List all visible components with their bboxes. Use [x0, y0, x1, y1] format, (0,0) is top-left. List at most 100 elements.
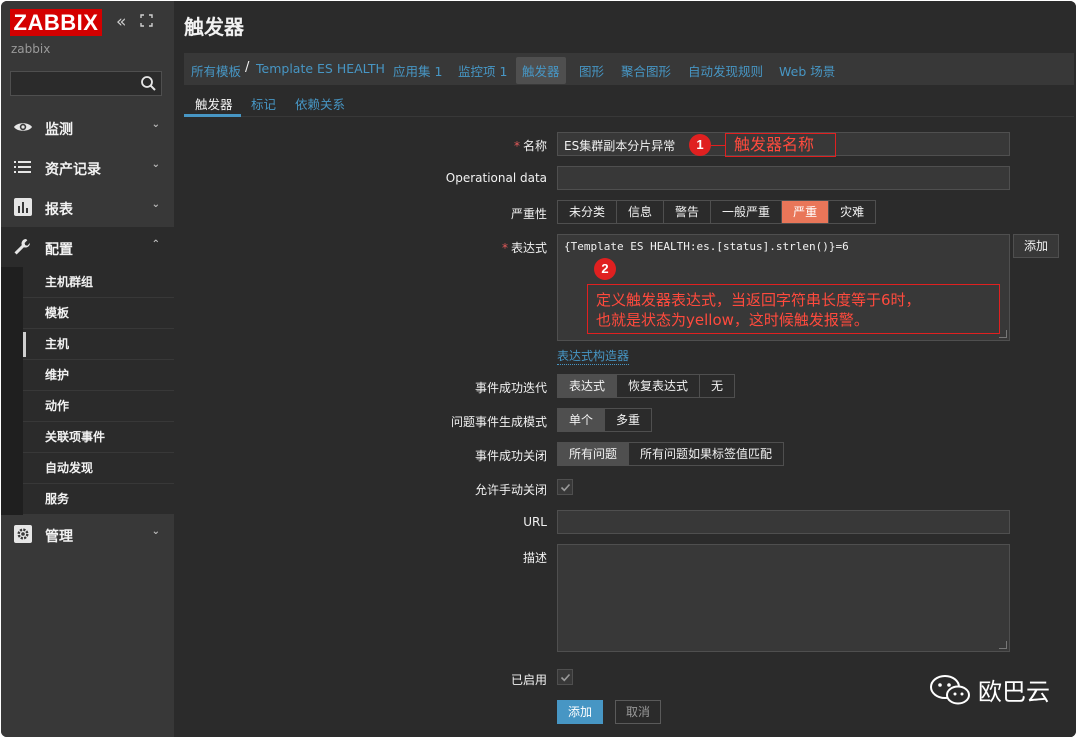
- page-title: 触发器: [184, 15, 244, 39]
- menu-reports-label: 报表: [45, 202, 73, 218]
- menu-reports[interactable]: 报表 ⌄: [1, 187, 174, 227]
- breadcrumb-screens[interactable]: 聚合图形: [621, 61, 671, 80]
- watermark-text: 欧巴云: [978, 678, 1050, 706]
- severity-information[interactable]: 信息: [617, 201, 665, 223]
- kiosk-mode-icon[interactable]: [140, 14, 156, 30]
- expression-add-button[interactable]: 添加: [1013, 234, 1060, 258]
- breadcrumb-all-templates[interactable]: 所有模板: [191, 61, 241, 80]
- menu-configuration[interactable]: 配置 ⌃: [1, 227, 174, 267]
- manual-close-label: 允许手动关闭: [474, 483, 547, 497]
- menu-configuration-label: 配置: [45, 242, 73, 258]
- ok-event-closes-selector: 所有问题 所有问题如果标签值匹配: [557, 442, 785, 466]
- operational-data-label: Operational data: [445, 171, 547, 185]
- tab-tags[interactable]: 标记: [251, 94, 276, 113]
- problem-mode-selector: 单个 多重: [557, 408, 653, 432]
- list-icon: [14, 161, 31, 173]
- url-field[interactable]: [557, 510, 1010, 534]
- menu-monitoring[interactable]: 监测 ⌄: [1, 107, 174, 147]
- chevron-down-icon: ⌄: [151, 199, 160, 210]
- trigger-form: * 名称 ES集群副本分片异常 Operational data 严重性 未分类 …: [184, 117, 1074, 737]
- submenu-templates[interactable]: 模板: [23, 298, 174, 329]
- resize-handle[interactable]: [999, 330, 1007, 338]
- eye-icon: [14, 123, 32, 131]
- annotation-note-1: 触发器名称: [725, 133, 836, 157]
- severity-high[interactable]: 严重: [782, 201, 830, 223]
- severity-not-classified[interactable]: 未分类: [558, 201, 618, 223]
- name-value: ES集群副本分片异常: [564, 139, 676, 153]
- menu-administration[interactable]: 管理 ⌄: [1, 514, 174, 554]
- search-input[interactable]: [10, 71, 162, 96]
- zabbix-logo[interactable]: ZABBIX: [10, 9, 102, 36]
- problem-mode-label: 问题事件生成模式: [450, 415, 547, 429]
- severity-label: 严重性: [510, 207, 547, 221]
- breadcrumb-items[interactable]: 监控项 1: [458, 61, 507, 80]
- expression-constructor-link[interactable]: 表达式构造器: [557, 347, 630, 365]
- breadcrumb-template[interactable]: Template ES HEALTH: [256, 61, 385, 76]
- operational-data-field[interactable]: [557, 166, 1010, 190]
- expression-value: {Template ES HEALTH:es.[status].strlen()…: [564, 240, 849, 253]
- severity-warning[interactable]: 警告: [664, 201, 712, 223]
- chevron-down-icon: ⌄: [151, 526, 160, 537]
- checkmark-icon: [560, 673, 571, 682]
- resize-handle[interactable]: [999, 641, 1007, 649]
- bar-chart-icon: [14, 198, 32, 216]
- annotation-note-2-line2: 也就是状态为yellow，这时候触发报警。: [596, 311, 869, 329]
- submenu-rail: [1, 267, 23, 515]
- problem-mode-single[interactable]: 单个: [558, 409, 606, 431]
- watermark: 欧巴云: [928, 672, 1050, 707]
- submenu-services[interactable]: 服务: [23, 484, 174, 515]
- configuration-submenu: 主机群组 模板 主机 维护 动作 关联项事件 自动发现 服务: [23, 267, 174, 515]
- breadcrumb-graphs[interactable]: 图形: [579, 61, 604, 80]
- ok-close-all-problems[interactable]: 所有问题: [558, 443, 630, 465]
- ok-event-expression[interactable]: 表达式: [558, 375, 618, 397]
- wrench-icon: [14, 239, 30, 255]
- annotation-marker-2: 2: [594, 258, 616, 280]
- breadcrumb-applications[interactable]: 应用集 1: [393, 61, 442, 80]
- search-icon[interactable]: [140, 75, 157, 92]
- submenu-event-correlation[interactable]: 关联项事件: [23, 422, 174, 453]
- tab-trigger[interactable]: 触发器: [195, 94, 233, 113]
- chevron-down-icon: ⌄: [151, 159, 160, 170]
- manual-close-checkbox[interactable]: [557, 479, 573, 495]
- chevron-down-icon: ⌄: [151, 119, 160, 130]
- ok-event-generation-selector: 表达式 恢复表达式 无: [557, 374, 736, 398]
- breadcrumb: 所有模板 / Template ES HEALTH 应用集 1 监控项 1 触发…: [184, 53, 1074, 85]
- submenu-maintenance[interactable]: 维护: [23, 360, 174, 391]
- submenu-discovery[interactable]: 自动发现: [23, 453, 174, 484]
- server-name: zabbix: [11, 42, 51, 56]
- add-button[interactable]: 添加: [557, 700, 604, 724]
- ok-event-generation-label: 事件成功迭代: [474, 381, 547, 395]
- breadcrumb-discovery[interactable]: 自动发现规则: [688, 61, 763, 80]
- main-content: 触发器 所有模板 / Template ES HEALTH 应用集 1 监控项 …: [174, 1, 1076, 737]
- annotation-marker-1: 1: [689, 134, 711, 156]
- cancel-button[interactable]: 取消: [615, 700, 662, 724]
- chevron-up-icon: ⌃: [151, 239, 160, 250]
- breadcrumb-web[interactable]: Web 场景: [779, 61, 835, 80]
- submenu-actions[interactable]: 动作: [23, 391, 174, 422]
- severity-selector: 未分类 信息 警告 一般严重 严重 灾难: [557, 200, 877, 224]
- url-label: URL: [523, 515, 547, 529]
- menu-monitoring-label: 监测: [45, 122, 73, 138]
- severity-disaster[interactable]: 灾难: [829, 201, 876, 223]
- breadcrumb-triggers[interactable]: 触发器: [516, 57, 566, 84]
- submenu-hosts[interactable]: 主机: [23, 329, 174, 360]
- ok-event-recovery-expression[interactable]: 恢复表达式: [617, 375, 701, 397]
- app-window: ZABBIX « zabbix 监测 ⌄ 资产记录 ⌄ 报表 ⌄ 配置 ⌃ 主机…: [1, 1, 1076, 737]
- tab-dependencies[interactable]: 依赖关系: [295, 94, 345, 113]
- menu-inventory[interactable]: 资产记录 ⌄: [1, 147, 174, 187]
- ok-event-closes-label: 事件成功关闭: [474, 449, 547, 463]
- severity-average[interactable]: 一般严重: [711, 201, 783, 223]
- submenu-host-groups[interactable]: 主机群组: [23, 267, 174, 298]
- wechat-icon: [930, 674, 970, 704]
- ok-event-none[interactable]: 无: [700, 375, 735, 397]
- sidebar: ZABBIX « zabbix 监测 ⌄ 资产记录 ⌄ 报表 ⌄ 配置 ⌃ 主机…: [1, 1, 174, 737]
- description-textarea[interactable]: [557, 544, 1010, 652]
- menu-inventory-label: 资产记录: [45, 162, 101, 178]
- name-label: * 名称: [513, 139, 547, 153]
- annotation-note-2-line1: 定义触发器表达式，当返回字符串长度等于6时，: [596, 291, 921, 309]
- problem-mode-multiple[interactable]: 多重: [605, 409, 652, 431]
- enabled-checkbox[interactable]: [557, 669, 573, 685]
- annotation-note-2: 定义触发器表达式，当返回字符串长度等于6时， 也就是状态为yellow，这时候触…: [587, 284, 1000, 334]
- collapse-sidebar-icon[interactable]: «: [116, 13, 134, 31]
- ok-close-tag-match[interactable]: 所有问题如果标签值匹配: [629, 443, 784, 465]
